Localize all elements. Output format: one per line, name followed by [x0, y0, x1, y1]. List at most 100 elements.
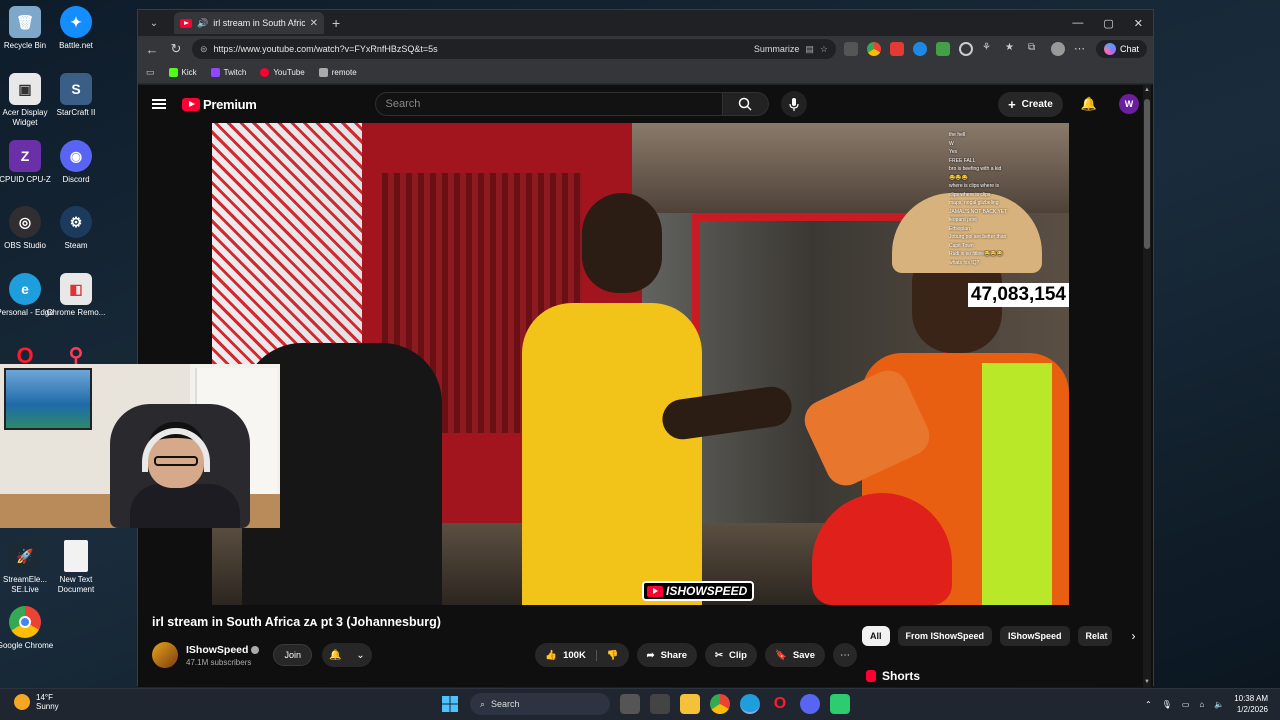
omnibox[interactable]: ⊜ https://www.youtube.com/watch?v=FYxRnf…: [192, 39, 836, 59]
scrollbar-thumb[interactable]: [1144, 99, 1150, 249]
site-info-icon[interactable]: ⊜: [200, 44, 208, 55]
close-tab-icon[interactable]: ✕: [310, 18, 318, 29]
tab-youtube[interactable]: 🔊 irl stream in South Africa ᴢᴀ pt 3 ✕: [174, 12, 324, 34]
new-tab-button[interactable]: +: [332, 15, 340, 31]
reader-view-icon[interactable]: ▤: [805, 44, 814, 55]
hamburger-menu-icon[interactable]: [152, 99, 166, 109]
create-button[interactable]: + Create: [998, 91, 1063, 117]
shorts-section-header: Shorts: [866, 669, 920, 683]
audio-icon[interactable]: 🔊: [197, 18, 208, 29]
maximize-icon[interactable]: ▢: [1103, 17, 1113, 30]
subscription-notifications-button[interactable]: 🔔 ⌄: [321, 643, 372, 667]
chip-from-channel[interactable]: From IShowSpeed: [897, 626, 993, 646]
chevron-right-icon[interactable]: ›: [1132, 629, 1136, 643]
url-text[interactable]: https://www.youtube.com/watch?v=FYxRnfHB…: [214, 44, 748, 54]
weather-condition: Sunny: [36, 702, 59, 711]
system-tray: ⌃ 🎙 ▭ ⌂ 🔈 10:38 AM 1/2/2026: [1145, 693, 1268, 715]
favorite-star-icon[interactable]: ☆: [820, 44, 828, 55]
bookmark-twitch[interactable]: Twitch: [210, 68, 246, 77]
desktop-icon-discord[interactable]: ◉ Discord: [45, 140, 107, 185]
desktop-icon-steam[interactable]: ⚙ Steam: [45, 206, 107, 251]
voice-search-button[interactable]: [780, 91, 807, 117]
extension-blue-icon[interactable]: [912, 42, 927, 56]
steam-icon: ⚙: [60, 206, 92, 238]
recycle-bin-icon: 🗑: [9, 6, 41, 38]
scroll-down-icon[interactable]: ▼: [1143, 679, 1151, 685]
save-button[interactable]: 🔖 Save: [764, 643, 825, 667]
chrome-taskbar-icon[interactable]: [710, 694, 730, 714]
app-taskbar-icon[interactable]: [830, 694, 850, 714]
clip-button[interactable]: ✂ Clip: [705, 643, 757, 667]
notifications-bell-icon[interactable]: 🔔: [1081, 96, 1097, 112]
chip-related[interactable]: Relat: [1077, 626, 1112, 646]
share-arrow-icon: ➦: [646, 649, 655, 661]
chevron-up-icon[interactable]: ⌃: [1145, 700, 1152, 709]
scroll-up-icon[interactable]: ▲: [1143, 87, 1151, 93]
search-button[interactable]: [722, 92, 769, 116]
desktop-icon-new-text[interactable]: New Text Document: [45, 540, 107, 595]
back-icon[interactable]: ←: [144, 42, 160, 57]
tab-list-button[interactable]: ⌄: [142, 13, 166, 33]
weather-widget[interactable]: 14°F Sunny: [14, 693, 59, 711]
file-explorer-icon[interactable]: [680, 694, 700, 714]
bookmark-remote[interactable]: remote: [318, 68, 357, 77]
desktop-icon-google-chrome[interactable]: Google Chrome: [0, 606, 56, 651]
display-icon[interactable]: ▭: [1182, 700, 1190, 709]
extension-icon[interactable]: [843, 42, 858, 56]
task-view-icon[interactable]: [620, 694, 640, 714]
like-button[interactable]: 👍 100K: [535, 649, 597, 661]
favorites-icon[interactable]: ★: [1005, 42, 1019, 56]
chat-line: JAMAL'S NOT BACK YET: [949, 208, 1008, 215]
taskbar-search[interactable]: ⌕ Search: [470, 693, 610, 715]
chip-channel[interactable]: IShowSpeed: [1000, 626, 1070, 646]
account-avatar[interactable]: W: [1119, 94, 1139, 114]
channel-name[interactable]: IShowSpeed: [186, 644, 248, 656]
desktop-icon-battlenet[interactable]: ✦ Battle.net: [45, 6, 107, 51]
desktop-icon-label: Battle.net: [59, 41, 93, 50]
more-menu-icon[interactable]: ⋯: [1074, 42, 1088, 56]
dislike-button[interactable]: 👎: [597, 650, 629, 661]
widgets-icon[interactable]: [650, 694, 670, 714]
more-actions-icon[interactable]: ⋯: [833, 643, 857, 667]
desktop-icon-chrome-remote[interactable]: ◧ Chrome Remo...: [45, 273, 107, 318]
share-button[interactable]: ➦ Share: [636, 643, 698, 667]
extension-red-icon[interactable]: [889, 42, 904, 56]
watermark-text: ISHOWSPEED: [666, 584, 748, 598]
video-player[interactable]: the hell W Yes FREE FALL bro is beefing …: [212, 123, 1069, 605]
edge-taskbar-icon[interactable]: [740, 694, 760, 714]
extensions-puzzle-icon[interactable]: ⚘: [982, 42, 996, 56]
start-button[interactable]: [440, 694, 460, 714]
join-button[interactable]: Join: [273, 644, 312, 666]
volume-icon[interactable]: 🔈: [1214, 700, 1224, 709]
discord-taskbar-icon[interactable]: [800, 694, 820, 714]
opera-taskbar-icon[interactable]: O: [770, 694, 790, 714]
search-icon: [738, 97, 752, 111]
extension-green-icon[interactable]: [935, 42, 950, 56]
clock[interactable]: 10:38 AM 1/2/2026: [1234, 693, 1268, 715]
chrome-extension-icon[interactable]: [866, 42, 881, 56]
bookmark-youtube[interactable]: YouTube: [260, 68, 305, 77]
channel-avatar[interactable]: [152, 642, 178, 668]
microphone-tray-icon[interactable]: 🎙: [1162, 700, 1172, 709]
copilot-icon: [1103, 43, 1116, 55]
extension-circle-icon[interactable]: [958, 42, 973, 56]
webcam-person: [130, 422, 240, 528]
desktop-icon-starcraft[interactable]: S StarCraft II: [45, 73, 107, 118]
summarize-button[interactable]: Summarize: [754, 44, 800, 54]
chevron-down-icon: ⌄: [356, 649, 365, 661]
network-icon[interactable]: ⌂: [1199, 700, 1204, 709]
youtube-premium-logo[interactable]: Premium: [182, 97, 257, 112]
tab-actions-icon[interactable]: ▭: [146, 67, 155, 78]
search-input[interactable]: Search: [374, 92, 723, 116]
refresh-icon[interactable]: ↻: [168, 41, 184, 57]
chip-all[interactable]: All: [862, 626, 890, 646]
bell-icon: 🔔: [329, 649, 342, 661]
copilot-chat-button[interactable]: Chat: [1095, 40, 1147, 58]
minimize-icon[interactable]: —: [1072, 17, 1083, 30]
bookmark-kick[interactable]: Kick: [168, 68, 197, 77]
profile-avatar[interactable]: [1050, 42, 1065, 56]
bookmark-label: YouTube: [273, 68, 305, 77]
page-scrollbar[interactable]: ▲ ▼: [1143, 85, 1151, 687]
collections-icon[interactable]: ⧉: [1028, 42, 1042, 56]
close-window-icon[interactable]: ✕: [1134, 17, 1143, 30]
